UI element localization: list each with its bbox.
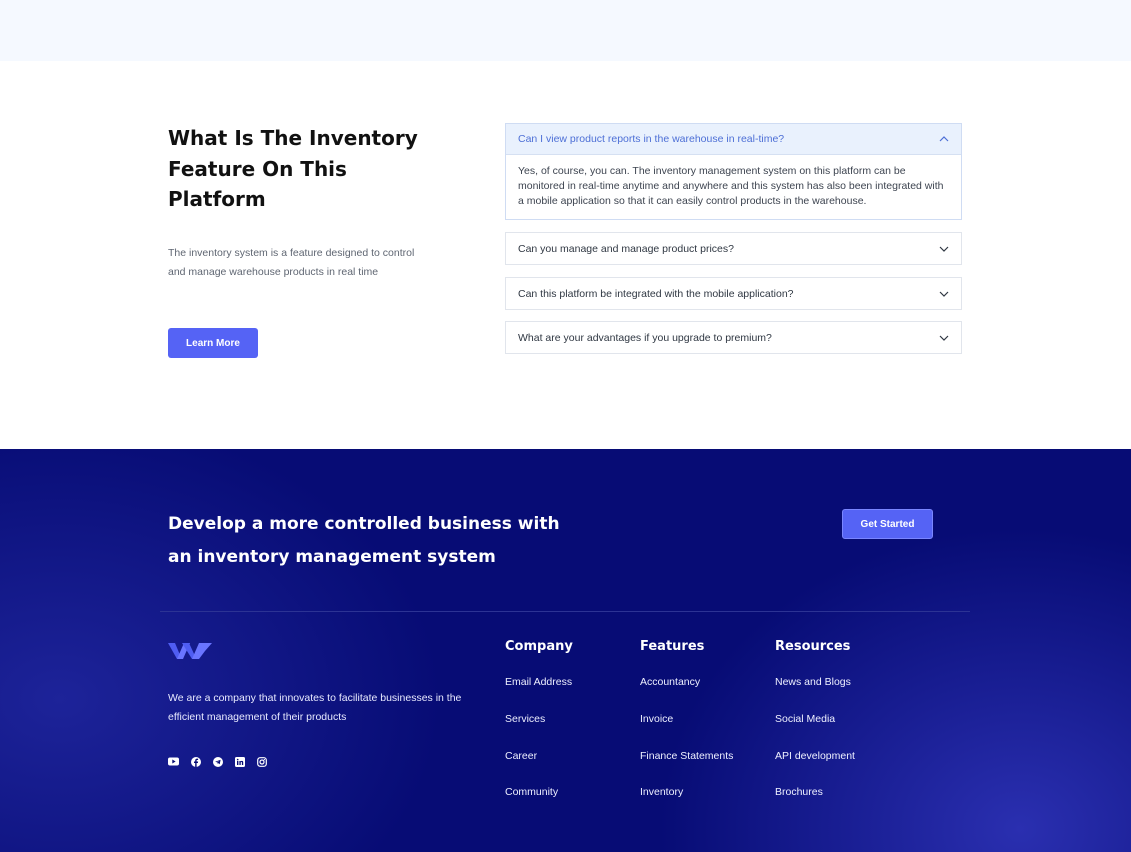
chevron-down-icon[interactable] <box>939 244 949 254</box>
footer-link[interactable]: Brochures <box>775 786 855 823</box>
cta-heading: Develop a more controlled business with … <box>168 514 560 567</box>
company-about: We are a company that innovates to facil… <box>168 692 462 723</box>
footer-column-company: Company Email Address Services Career Co… <box>505 639 573 823</box>
linkedin-icon[interactable] <box>234 756 245 767</box>
get-started-button[interactable]: Get Started <box>842 509 933 539</box>
faq-question-text: Can you manage and manage product prices… <box>518 242 734 255</box>
footer-divider <box>160 611 970 612</box>
faq-item-4[interactable]: What are your advantages if you upgrade … <box>505 321 962 354</box>
facebook-icon[interactable] <box>190 756 201 767</box>
faq-question-4[interactable]: What are your advantages if you upgrade … <box>506 322 961 353</box>
footer-link[interactable]: API development <box>775 750 855 787</box>
top-band <box>0 0 1131 61</box>
footer: Develop a more controlled business with … <box>0 449 1131 852</box>
faq-question-text: What are your advantages if you upgrade … <box>518 331 772 344</box>
faq-section: What Is The Inventory Feature On This Pl… <box>0 61 1131 449</box>
footer-link[interactable]: Inventory <box>640 786 733 823</box>
faq-description: The inventory system is a feature design… <box>168 247 415 278</box>
faq-question-2[interactable]: Can you manage and manage product prices… <box>506 233 961 264</box>
company-logo[interactable] <box>168 642 212 660</box>
chevron-down-icon[interactable] <box>939 289 949 299</box>
footer-link[interactable]: News and Blogs <box>775 676 855 713</box>
instagram-icon[interactable] <box>256 756 267 767</box>
footer-link[interactable]: Services <box>505 713 573 750</box>
faq-title: What Is The Inventory Feature On This Pl… <box>168 126 418 211</box>
faq-answer-1: Yes, of course, you can. The inventory m… <box>518 165 944 207</box>
footer-link[interactable]: Career <box>505 750 573 787</box>
footer-link[interactable]: Finance Statements <box>640 750 733 787</box>
chevron-down-icon[interactable] <box>939 333 949 343</box>
faq-question-text: Can I view product reports in the wareho… <box>518 133 785 145</box>
faq-item-2[interactable]: Can you manage and manage product prices… <box>505 232 962 265</box>
learn-more-button[interactable]: Learn More <box>168 328 258 358</box>
faq-question-3[interactable]: Can this platform be integrated with the… <box>506 278 961 309</box>
social-links <box>168 756 267 767</box>
footer-link[interactable]: Community <box>505 786 573 823</box>
column-title: Resources <box>775 639 851 654</box>
footer-link[interactable]: Accountancy <box>640 676 733 713</box>
footer-link[interactable]: Invoice <box>640 713 733 750</box>
faq-item-1: Can I view product reports in the wareho… <box>505 123 962 220</box>
youtube-icon[interactable] <box>168 756 179 767</box>
footer-link[interactable]: Email Address <box>505 676 573 713</box>
column-title: Features <box>640 639 705 654</box>
footer-column-resources: Resources News and Blogs Social Media AP… <box>775 639 855 823</box>
faq-item-3[interactable]: Can this platform be integrated with the… <box>505 277 962 310</box>
chevron-up-icon[interactable] <box>939 134 949 144</box>
telegram-icon[interactable] <box>212 756 223 767</box>
column-title: Company <box>505 639 573 654</box>
faq-question-text: Can this platform be integrated with the… <box>518 287 794 300</box>
faq-question-1[interactable]: Can I view product reports in the wareho… <box>506 124 961 155</box>
footer-link[interactable]: Social Media <box>775 713 855 750</box>
footer-column-features: Features Accountancy Invoice Finance Sta… <box>640 639 733 823</box>
